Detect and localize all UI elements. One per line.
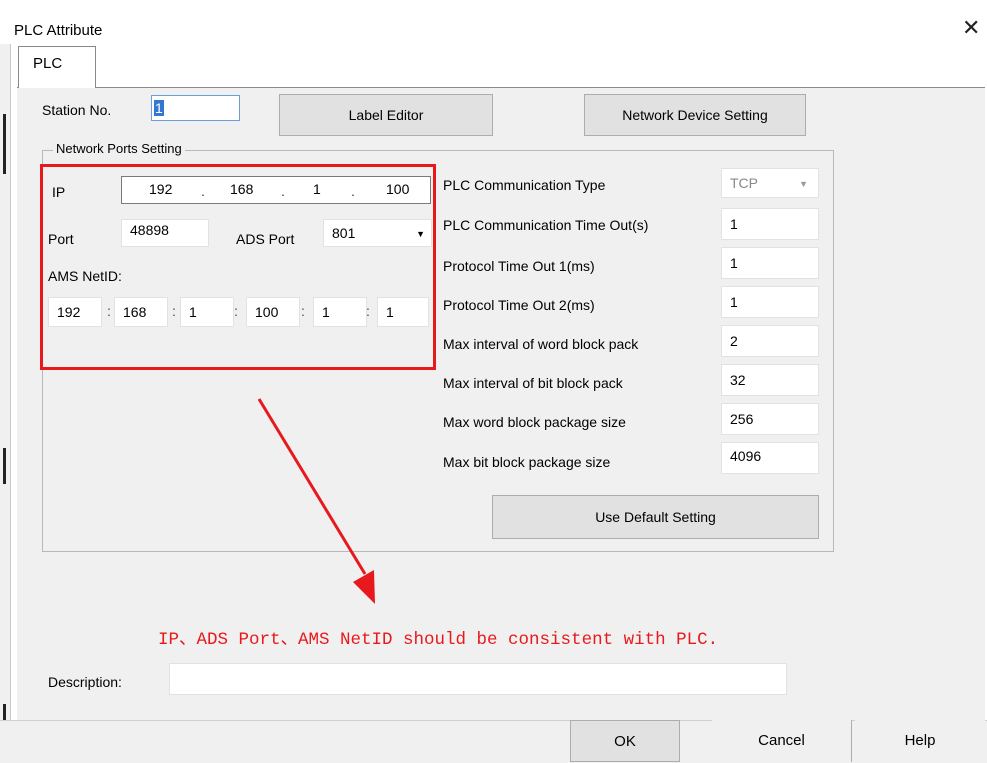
station-input[interactable]: 1 bbox=[151, 95, 240, 121]
bit-block-size-input[interactable]: 4096 bbox=[721, 442, 819, 474]
word-block-size-input[interactable]: 256 bbox=[721, 403, 819, 435]
comm-row-value: 2 bbox=[730, 333, 738, 349]
comm-row-label: Protocol Time Out 2(ms) bbox=[443, 297, 595, 313]
chevron-down-icon: ▼ bbox=[799, 179, 808, 189]
plc-comm-type-label: PLC Communication Type bbox=[443, 177, 606, 193]
comm-row-value: 32 bbox=[730, 372, 746, 388]
label-editor-button[interactable]: Label Editor bbox=[279, 94, 493, 136]
protocol-timeout-2-input[interactable]: 1 bbox=[721, 286, 819, 318]
comm-row-value: 256 bbox=[730, 411, 754, 427]
description-label: Description: bbox=[48, 674, 122, 690]
comm-row-label: Protocol Time Out 1(ms) bbox=[443, 258, 595, 274]
station-label: Station No. bbox=[42, 102, 112, 118]
tab-plc[interactable]: PLC bbox=[18, 46, 96, 88]
network-device-setting-button[interactable]: Network Device Setting bbox=[584, 94, 806, 136]
comm-row-value: 1 bbox=[730, 216, 738, 232]
network-ports-group-label: Network Ports Setting bbox=[53, 141, 185, 156]
station-value: 1 bbox=[154, 100, 164, 116]
comm-row-label: Max word block package size bbox=[443, 414, 626, 430]
comm-row-label: PLC Communication Time Out(s) bbox=[443, 217, 649, 233]
help-button[interactable]: Help bbox=[855, 720, 985, 762]
cancel-button[interactable]: Cancel bbox=[712, 720, 852, 762]
use-default-setting-button-label: Use Default Setting bbox=[595, 509, 716, 525]
annotation-arrow-icon bbox=[257, 398, 375, 604]
annotation-note: IP、ADS Port、AMS NetID should be consiste… bbox=[158, 630, 719, 650]
help-button-label: Help bbox=[904, 732, 936, 749]
comm-timeout-input[interactable]: 1 bbox=[721, 208, 819, 240]
strip-mark bbox=[3, 448, 6, 484]
cancel-button-label: Cancel bbox=[758, 732, 805, 749]
close-icon[interactable]: ✕ bbox=[962, 17, 980, 39]
comm-row-label: Max interval of bit block pack bbox=[443, 375, 623, 391]
background-strip bbox=[0, 44, 11, 748]
ok-button[interactable]: OK bbox=[570, 720, 680, 762]
word-block-interval-input[interactable]: 2 bbox=[721, 325, 819, 357]
bit-block-interval-input[interactable]: 32 bbox=[721, 364, 819, 396]
comm-row-value: 1 bbox=[730, 255, 738, 271]
use-default-setting-button[interactable]: Use Default Setting bbox=[492, 495, 819, 539]
comm-row-label: Max interval of word block pack bbox=[443, 336, 639, 352]
description-input[interactable] bbox=[169, 663, 787, 695]
comm-row-value: 1 bbox=[730, 294, 738, 310]
label-editor-button-label: Label Editor bbox=[348, 107, 424, 123]
title-bar bbox=[0, 0, 987, 44]
plc-comm-type-select[interactable]: TCP ▼ bbox=[721, 168, 819, 198]
comm-row-value: 4096 bbox=[730, 448, 762, 464]
comm-row-label: Max bit block package size bbox=[443, 454, 611, 470]
window-title: PLC Attribute bbox=[14, 22, 103, 39]
tab-label: PLC bbox=[33, 55, 63, 72]
highlight-box bbox=[40, 164, 436, 370]
strip-mark bbox=[3, 114, 6, 174]
network-device-setting-button-label: Network Device Setting bbox=[622, 107, 768, 123]
plc-comm-type-value: TCP bbox=[730, 175, 758, 191]
ok-button-label: OK bbox=[614, 733, 636, 750]
protocol-timeout-1-input[interactable]: 1 bbox=[721, 247, 819, 279]
